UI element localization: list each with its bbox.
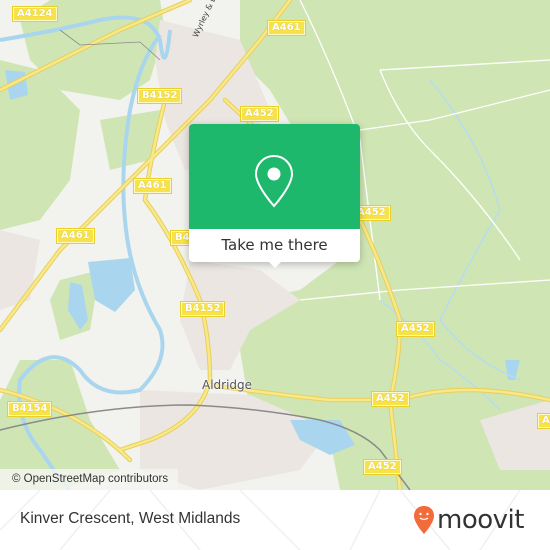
- road-label-b4154: B4154: [6, 401, 53, 417]
- location-title: Kinver Crescent, West Midlands: [20, 510, 241, 527]
- moovit-wordmark: moovit: [437, 505, 524, 535]
- road-label-a452: A452: [240, 106, 279, 122]
- popup-header[interactable]: [189, 124, 360, 229]
- road-label-a452: A452: [396, 321, 435, 337]
- attribution-text: © OpenStreetMap contributors: [12, 473, 169, 485]
- popup-pointer: [267, 260, 283, 268]
- moovit-logo[interactable]: moovit: [413, 503, 524, 537]
- map-pin-icon: [254, 154, 294, 208]
- take-me-there-popup[interactable]: Take me there: [189, 124, 360, 268]
- moovit-pin-icon: [414, 506, 434, 534]
- road-label-b4152: B4152: [179, 301, 226, 317]
- road-label-b4152: B4152: [136, 88, 183, 104]
- map[interactable]: A4124 A461 B4152 A452 A461 A461 B4 A452 …: [0, 0, 550, 490]
- road-label-a4124: A4124: [12, 6, 58, 22]
- road-label-a461: A461: [133, 178, 172, 194]
- road-label-a452: A452: [363, 459, 402, 475]
- road-label-a461: A461: [56, 228, 95, 244]
- lake-reservoir: [88, 258, 135, 312]
- map-attribution[interactable]: © OpenStreetMap contributors: [0, 469, 179, 490]
- place-label-aldridge: Aldridge: [202, 378, 253, 392]
- take-me-there-button[interactable]: Take me there: [189, 229, 360, 262]
- road-label-a4: A4: [537, 413, 550, 429]
- urban-area-west: [0, 230, 40, 310]
- road-label-a461: A461: [267, 20, 306, 36]
- road-label-a452: A452: [371, 391, 410, 407]
